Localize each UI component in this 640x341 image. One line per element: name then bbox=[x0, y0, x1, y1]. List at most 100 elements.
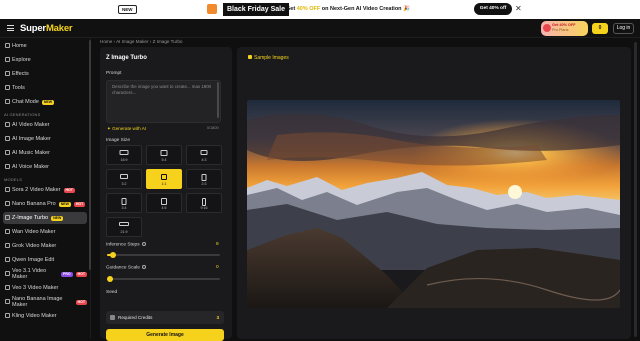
size-option-5-4[interactable]: 5:4 bbox=[146, 145, 182, 165]
close-icon[interactable]: ✕ bbox=[515, 4, 522, 14]
black-friday-title: Black Friday Sale bbox=[223, 3, 289, 16]
size-option-21-9[interactable]: 21:9 bbox=[106, 217, 142, 237]
inference-steps-slider[interactable] bbox=[107, 252, 220, 258]
generate-with-ai-button[interactable]: ✦ Generate with AI bbox=[107, 126, 146, 132]
sidebar-item-label: Nano Banana Pro bbox=[12, 201, 56, 207]
sidebar-item-label: Nano Banana Image Maker bbox=[12, 296, 63, 308]
size-option-9-16[interactable]: 9:16 bbox=[186, 193, 222, 213]
sidebar-item-wan-video-maker[interactable]: Wan Video Maker bbox=[3, 226, 87, 238]
size-option-3-2[interactable]: 3:2 bbox=[106, 169, 142, 189]
size-option-16-9[interactable]: 16:9 bbox=[106, 145, 142, 165]
hamburger-menu-icon[interactable] bbox=[7, 25, 14, 31]
model-icon bbox=[5, 257, 10, 262]
sidebar-item-ai-video-maker[interactable]: AI Video Maker bbox=[3, 119, 87, 131]
aspect-ratio-icon bbox=[201, 174, 207, 181]
sparkle-icon bbox=[5, 71, 10, 76]
sidebar-item-explore[interactable]: Explore bbox=[3, 54, 87, 66]
sidebar-scrollbar[interactable] bbox=[89, 40, 91, 270]
pro-badge: PRO bbox=[61, 271, 73, 277]
sidebar-item-ai-image-maker[interactable]: AI Image Maker bbox=[3, 133, 87, 145]
chat-icon bbox=[5, 99, 10, 104]
sidebar-item-sora-2-video-maker[interactable]: Sora 2 Video Maker HOT bbox=[3, 184, 87, 196]
size-option-1-1[interactable]: 1:1 bbox=[146, 169, 182, 189]
guidance-scale-slider[interactable] bbox=[107, 276, 220, 282]
new-badge: NEW bbox=[41, 99, 55, 105]
inference-steps-thumb[interactable] bbox=[109, 252, 116, 258]
credits-value: 3 bbox=[216, 315, 219, 320]
model-icon bbox=[5, 243, 10, 248]
sidebar-item-label: AI Music Maker bbox=[12, 150, 50, 156]
logo[interactable]: SuperMaker bbox=[20, 23, 73, 34]
char-count: 0/1800 bbox=[207, 126, 219, 130]
aspect-ratio-icon bbox=[120, 174, 128, 179]
sidebar-item-ai-voice-maker[interactable]: AI Voice Maker bbox=[3, 161, 87, 173]
page-scrollbar[interactable] bbox=[634, 42, 637, 337]
sidebar-item-label: Qwen Image Edit bbox=[12, 257, 55, 263]
sidebar-item-z-image-turbo[interactable]: Z-Image Turbo NEW bbox=[3, 212, 87, 224]
aspect-ratio-icon bbox=[119, 150, 129, 155]
breadcrumb: Home › AI Image Maker › Z Image Turbo bbox=[100, 39, 183, 44]
sidebar-item-grok-video-maker[interactable]: Grok Video Maker bbox=[3, 240, 87, 252]
hot-badge: HOT bbox=[63, 187, 75, 193]
sidebar-item-veo-3-1-video-maker[interactable]: Veo 3.1 Video Maker PRO HOT bbox=[3, 268, 87, 280]
sidebar-item-label: AI Image Maker bbox=[12, 136, 51, 142]
aspect-ratio-icon bbox=[160, 150, 168, 156]
sidebar-item-kling-video-maker[interactable]: Kling Video Maker bbox=[3, 310, 87, 322]
aspect-ratio-icon bbox=[119, 222, 129, 226]
sidebar-item-tools[interactable]: Tools bbox=[3, 82, 87, 94]
hot-badge: HOT bbox=[73, 201, 86, 207]
sample-image-mountain-sunset[interactable] bbox=[247, 100, 620, 308]
size-option-label: 9:16 bbox=[200, 206, 208, 210]
image-icon bbox=[248, 55, 252, 59]
size-option-label: 16:9 bbox=[120, 158, 128, 162]
promo-banner: NEW Black Friday Sale Get 40% OFF on Nex… bbox=[0, 0, 640, 19]
sidebar-item-effects[interactable]: Effects bbox=[3, 68, 87, 80]
size-option-label: 21:9 bbox=[120, 230, 128, 234]
prompt-input[interactable]: Describe the image you want to create...… bbox=[106, 80, 221, 123]
aspect-ratio-icon bbox=[161, 174, 167, 180]
promo-cta-button[interactable]: Get 40% off bbox=[474, 3, 512, 15]
credits-coin-button[interactable]: 0 bbox=[592, 23, 608, 34]
sidebar-item-qwen-image-edit[interactable]: Qwen Image Edit bbox=[3, 254, 87, 266]
new-badge: NEW bbox=[51, 215, 64, 221]
aspect-ratio-icon bbox=[200, 150, 208, 155]
sidebar-item-label: Sora 2 Video Maker bbox=[12, 187, 61, 193]
sidebar-item-veo-3-video-maker[interactable]: Veo 3 Video Maker bbox=[3, 282, 87, 294]
prompt-scrollbar[interactable] bbox=[217, 82, 219, 118]
sidebar-item-chat-mode[interactable]: Chat Mode NEW bbox=[3, 96, 87, 108]
hot-badge: HOT bbox=[75, 271, 87, 277]
aspect-ratio-icon bbox=[121, 198, 127, 205]
size-option-4-5[interactable]: 4:5 bbox=[146, 193, 182, 213]
guidance-scale-thumb[interactable] bbox=[107, 276, 113, 282]
sidebar-item-nano-banana-image-maker[interactable]: Nano Banana Image Maker HOT bbox=[3, 296, 87, 308]
generate-image-button[interactable]: Generate Image bbox=[106, 329, 224, 341]
sidebar-item-label: Grok Video Maker bbox=[12, 243, 57, 249]
sidebar-item-nano-banana-pro[interactable]: Nano Banana Pro NEW HOT bbox=[3, 198, 87, 210]
size-option-3-4[interactable]: 3:4 bbox=[106, 193, 142, 213]
section-label-ai-generations: AI GENERATIONS bbox=[4, 112, 41, 117]
discount-icon bbox=[543, 24, 551, 32]
info-icon[interactable] bbox=[141, 265, 146, 269]
inference-steps-value: 8 bbox=[216, 242, 219, 247]
size-option-label: 5:4 bbox=[161, 158, 167, 162]
section-label-models: MODELS bbox=[4, 177, 23, 182]
voice-icon bbox=[5, 164, 10, 169]
compass-icon bbox=[5, 57, 10, 62]
model-icon bbox=[5, 299, 10, 304]
model-icon bbox=[5, 201, 10, 206]
size-option-label: 1:1 bbox=[161, 182, 167, 186]
login-button[interactable]: Log in bbox=[613, 23, 634, 34]
info-icon[interactable] bbox=[141, 242, 146, 246]
sidebar-item-ai-music-maker[interactable]: AI Music Maker bbox=[3, 147, 87, 159]
model-icon bbox=[5, 187, 10, 192]
sidebar-item-home[interactable]: Home bbox=[3, 40, 87, 52]
gift-icon bbox=[207, 4, 217, 14]
home-icon bbox=[5, 43, 10, 48]
pro-plans-promo-button[interactable]: Get 40% OFF Pro Plans bbox=[541, 21, 588, 36]
size-option-4-3[interactable]: 4:3 bbox=[186, 145, 222, 165]
size-option-2-3[interactable]: 2:3 bbox=[186, 169, 222, 189]
sidebar-item-label: AI Voice Maker bbox=[12, 164, 49, 170]
model-icon bbox=[5, 215, 10, 220]
size-option-label: 2:3 bbox=[201, 182, 207, 186]
sidebar-item-label: Tools bbox=[12, 85, 25, 91]
